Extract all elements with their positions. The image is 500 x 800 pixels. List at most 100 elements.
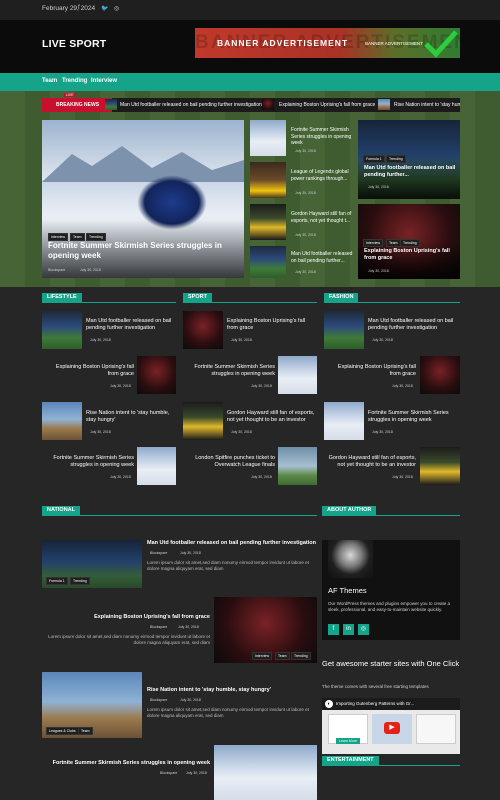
national-title[interactable]: Fortnite Summer Skirmish Series struggle… bbox=[42, 760, 210, 767]
sport-thumb[interactable] bbox=[278, 447, 317, 485]
national-tag[interactable]: Interview bbox=[252, 652, 273, 660]
ticker-item[interactable]: Rise Nation intent to 'stay humble, stay… bbox=[394, 102, 460, 108]
sport-thumb[interactable] bbox=[183, 311, 223, 349]
right-card-title[interactable]: Explaining Boston Uprising's fall from g… bbox=[364, 248, 456, 262]
sport-title[interactable]: Fortnite Summer Skirmish Series struggle… bbox=[187, 364, 275, 378]
mid-date: July 30, 2018 bbox=[295, 149, 316, 153]
hero-date: July 30, 2018 bbox=[80, 268, 101, 272]
national-tag[interactable]: Trending bbox=[70, 577, 90, 585]
lifestyle-title[interactable]: Explaining Boston Uprising's fall from g… bbox=[46, 364, 134, 378]
national-tag[interactable]: Team bbox=[78, 727, 93, 735]
mid-date: July 30, 2018 bbox=[295, 233, 316, 237]
author-bio: Our WordPress themes and plugins empower… bbox=[328, 601, 450, 613]
hero-author: Blockspare bbox=[48, 268, 66, 272]
banner-advertisement[interactable]: BANNER ADVERTISEMENT BANNER ADVERTISEMEN… bbox=[195, 28, 460, 58]
section-title: NATIONAL bbox=[42, 506, 81, 515]
facebook-icon[interactable]: f bbox=[328, 624, 339, 635]
section-title: ABOUT AUTHOR bbox=[322, 506, 377, 515]
lifestyle-title[interactable]: Rise Nation intent to 'stay humble, stay… bbox=[86, 410, 176, 424]
play-icon[interactable]: ▶ bbox=[384, 722, 400, 734]
fashion-thumb[interactable] bbox=[324, 402, 364, 440]
lifestyle-date: July 30, 2018 bbox=[110, 475, 131, 479]
promo-subtitle: The theme comes with several free starti… bbox=[322, 684, 429, 689]
sport-title[interactable]: London Spitfire punches ticket to Overwa… bbox=[187, 455, 275, 469]
right-card-tag[interactable]: Interview bbox=[363, 239, 384, 247]
fashion-title[interactable]: Fortnite Summer Skirmish Series struggle… bbox=[368, 410, 460, 424]
lifestyle-thumb[interactable] bbox=[42, 311, 82, 349]
lifestyle-thumb[interactable] bbox=[42, 402, 82, 440]
mid-date: July 30, 2018 bbox=[295, 270, 316, 274]
right-card-title[interactable]: Man Utd footballer released on bail pend… bbox=[364, 165, 456, 179]
section-title: ENTERTAINMENT bbox=[322, 756, 379, 765]
fashion-thumb[interactable] bbox=[420, 356, 460, 394]
national-title[interactable]: Man Utd footballer released on bail pend… bbox=[147, 540, 317, 547]
sport-date: July 30, 2018 bbox=[251, 475, 272, 479]
facebook-icon[interactable]: f bbox=[78, 5, 80, 11]
breaking-news-text: BREAKING NEWS bbox=[56, 102, 100, 108]
instagram-icon[interactable]: ◎ bbox=[114, 5, 119, 12]
site-logo[interactable]: LIVE SPORT bbox=[42, 38, 106, 50]
learn-more-button[interactable]: Learn More bbox=[336, 738, 360, 744]
national-image[interactable] bbox=[214, 745, 317, 800]
current-date: February 29, 2024 bbox=[42, 5, 96, 12]
hero-tag[interactable]: Interview bbox=[48, 233, 69, 241]
mid-title[interactable]: League of Legends global power rankings … bbox=[291, 169, 353, 182]
right-card-tag[interactable]: Trending bbox=[400, 239, 420, 247]
mid-thumb[interactable] bbox=[250, 162, 286, 198]
sport-title[interactable]: Gordon Hayward still fan of esports, not… bbox=[227, 410, 317, 424]
sport-thumb[interactable] bbox=[278, 356, 317, 394]
fashion-date: July 30, 2018 bbox=[372, 338, 393, 342]
section-header-national: NATIONAL bbox=[42, 506, 317, 516]
video-embed[interactable]: ◐ Importing Gutenberg Patterns with Gr..… bbox=[322, 698, 460, 754]
national-title[interactable]: Explaining Boston Uprising's fall from g… bbox=[42, 614, 210, 621]
mid-thumb[interactable] bbox=[250, 204, 286, 240]
national-tag[interactable]: Formula 1 bbox=[46, 577, 68, 585]
fashion-title[interactable]: Man Utd footballer released on bail pend… bbox=[368, 318, 460, 332]
lifestyle-thumb[interactable] bbox=[137, 356, 176, 394]
national-tag[interactable]: Leagues & Clubs bbox=[46, 727, 79, 735]
national-excerpt: Lorem ipsum dolor sit amet,sed diam nonu… bbox=[48, 634, 210, 646]
fashion-title[interactable]: Explaining Boston Uprising's fall from g… bbox=[326, 364, 416, 378]
avatar bbox=[328, 540, 373, 578]
lifestyle-title[interactable]: Man Utd footballer released on bail pend… bbox=[86, 318, 176, 332]
mid-title[interactable]: Fortnite Summer Skirmish Series struggle… bbox=[291, 127, 353, 147]
right-card-tag[interactable]: Formula 1 bbox=[363, 155, 385, 163]
live-badge: LIVE bbox=[64, 93, 76, 97]
hero-title[interactable]: Fortnite Summer Skirmish Series struggle… bbox=[48, 241, 238, 262]
hero-tag[interactable]: Team bbox=[70, 233, 85, 241]
mid-title[interactable]: Man Utd footballer released on bail pend… bbox=[291, 251, 353, 264]
ticker-item[interactable]: Man Utd footballer released on bail pend… bbox=[120, 102, 262, 108]
lifestyle-date: July 30, 2018 bbox=[90, 430, 111, 434]
national-author: Blockspare bbox=[150, 625, 168, 629]
sport-title[interactable]: Explaining Boston Uprising's fall from g… bbox=[227, 318, 317, 332]
video-title: Importing Gutenberg Patterns with Gr... bbox=[336, 701, 415, 706]
twitter-icon[interactable]: 🐦 bbox=[101, 5, 108, 12]
national-tag[interactable]: Team bbox=[275, 652, 290, 660]
nav-item-trending[interactable]: Trending bbox=[62, 78, 87, 84]
linkedin-icon[interactable]: in bbox=[343, 624, 354, 635]
channel-icon: ◐ bbox=[325, 700, 333, 708]
lifestyle-thumb[interactable] bbox=[137, 447, 176, 485]
mid-thumb[interactable] bbox=[250, 246, 286, 278]
fashion-thumb[interactable] bbox=[420, 447, 460, 485]
nav-item-interview[interactable]: Interview bbox=[91, 78, 117, 84]
right-card-tag[interactable]: Team bbox=[386, 239, 401, 247]
fashion-thumb[interactable] bbox=[324, 311, 364, 349]
section-header-fashion: FASHION bbox=[324, 293, 460, 303]
checkmark-icon bbox=[424, 30, 458, 58]
nav-item-team[interactable]: Team bbox=[42, 78, 57, 84]
national-tag[interactable]: Trending bbox=[291, 652, 311, 660]
lifestyle-title[interactable]: Fortnite Summer Skirmish Series struggle… bbox=[46, 455, 134, 469]
banner-title: BANNER ADVERTISEMENT bbox=[217, 38, 349, 48]
hero-tag[interactable]: Trending bbox=[86, 233, 106, 241]
section-header-about: ABOUT AUTHOR bbox=[322, 506, 460, 516]
fashion-title[interactable]: Gordon Hayward still fan of esports, not… bbox=[326, 455, 416, 469]
instagram-icon[interactable]: ◎ bbox=[358, 624, 369, 635]
mid-thumb[interactable] bbox=[250, 120, 286, 156]
right-card-date: July 30, 2018 bbox=[368, 185, 389, 189]
national-title[interactable]: Rise Nation intent to 'stay humble, stay… bbox=[147, 687, 317, 694]
mid-title[interactable]: Gordon Hayward still fan of esports, not… bbox=[291, 211, 353, 224]
right-card-tag[interactable]: Trending bbox=[386, 155, 406, 163]
ticker-item[interactable]: Explaining Boston Uprising's fall from g… bbox=[279, 102, 375, 108]
sport-thumb[interactable] bbox=[183, 402, 223, 440]
